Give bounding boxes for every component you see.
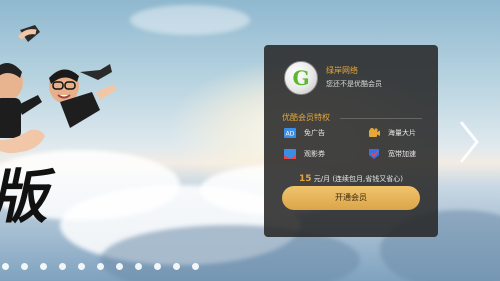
ad-icon: AD xyxy=(284,128,296,138)
perk-no-ads: AD 免广告 xyxy=(284,128,325,138)
vip-panel: G 绿岸网络 您还不是优酷会员 优酷会员特权 AD 免广告 海量大片 观影券 宽… xyxy=(264,45,438,237)
ticket-icon xyxy=(284,149,296,159)
slide-dot[interactable] xyxy=(59,263,66,270)
perk-ticket: 观影券 xyxy=(284,149,325,159)
slide-pagination[interactable] xyxy=(2,263,199,270)
cloud xyxy=(130,5,250,35)
price-value: 15 xyxy=(298,174,312,184)
next-slide-arrow-icon[interactable] xyxy=(455,118,483,166)
slide-dot[interactable] xyxy=(116,263,123,270)
slide-dot[interactable] xyxy=(154,263,161,270)
slide-dot[interactable] xyxy=(135,263,142,270)
svg-text:AD: AD xyxy=(286,131,295,138)
price-suffix: 元/月 (连续包月,省钱又省心) xyxy=(311,175,404,183)
divider xyxy=(340,118,422,119)
slide-dot[interactable] xyxy=(78,263,85,270)
slide-dot[interactable] xyxy=(2,263,9,270)
perk-speed: 宽带加速 xyxy=(368,149,416,159)
user-name: 绿岸网络 xyxy=(326,66,358,75)
membership-status: 您还不是优酷会员 xyxy=(326,80,382,88)
slide-dot[interactable] xyxy=(40,263,47,270)
perk-label: 宽带加速 xyxy=(388,150,416,158)
price-info: 15 元/月 (连续包月,省钱又省心) xyxy=(264,174,438,184)
slide-dot[interactable] xyxy=(97,263,104,270)
slide-dot[interactable] xyxy=(173,263,180,270)
speed-icon xyxy=(368,149,380,159)
perk-label: 免广告 xyxy=(304,129,325,137)
perk-label: 海量大片 xyxy=(388,129,416,137)
skydiver-image xyxy=(49,64,116,128)
perks-section-title: 优酷会员特权 xyxy=(282,113,330,122)
slide-dot[interactable] xyxy=(192,263,199,270)
perk-movies: 海量大片 xyxy=(368,128,416,138)
perk-label: 观影券 xyxy=(304,150,325,158)
slide-dot[interactable] xyxy=(21,263,28,270)
film-icon xyxy=(368,128,380,138)
open-membership-button[interactable]: 开通会员 xyxy=(282,186,420,210)
avatar-logo-letter: G xyxy=(292,66,310,90)
user-avatar: G xyxy=(284,61,318,95)
